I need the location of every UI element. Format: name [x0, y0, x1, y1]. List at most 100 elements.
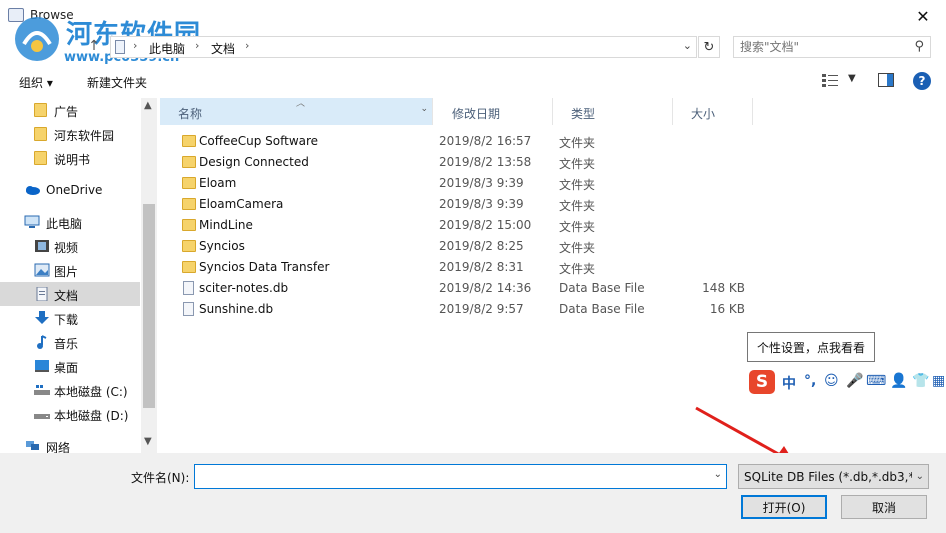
ime-tooltip: 个性设置，点我看看 — [747, 332, 875, 362]
chevron-up-icon[interactable]: ▲ — [144, 100, 152, 111]
nav-item-manual[interactable]: 说明书 — [0, 146, 140, 170]
nav-item-ads[interactable]: 广告 — [0, 98, 140, 122]
organize-button[interactable]: 组织 ▾ — [19, 74, 53, 91]
nav-item-music[interactable]: 音乐 — [0, 330, 140, 354]
window-title: Browse — [30, 8, 74, 22]
microphone-icon[interactable]: 🎤 — [846, 373, 863, 389]
breadcrumb-documents[interactable]: 文档 — [211, 40, 235, 57]
table-row[interactable]: MindLine 2019/8/2 15:00 文件夹 — [175, 215, 775, 236]
picture-icon — [34, 263, 50, 277]
file-date: 2019/8/2 16:57 — [439, 134, 532, 148]
up-arrow-icon[interactable]: ↑ — [86, 38, 102, 56]
nav-item-onedrive[interactable]: OneDrive — [0, 178, 140, 202]
column-label: 名称 — [178, 107, 203, 121]
desktop-icon — [35, 360, 49, 372]
emoji-icon[interactable]: ☺ — [824, 373, 839, 389]
column-label: 大小 — [691, 107, 716, 121]
chevron-down-icon[interactable]: ⌄ — [916, 471, 924, 482]
nav-item-pictures[interactable]: 图片 — [0, 258, 140, 282]
folder-icon — [182, 198, 196, 210]
refresh-button[interactable]: ↻ — [698, 36, 720, 58]
file-name: Syncios — [199, 239, 245, 253]
file-list: 名称 ︿ ⌄ 修改日期 类型 大小 CoffeeCup Software 201… — [160, 98, 946, 453]
chinese-mode-icon[interactable]: 中 — [782, 373, 796, 393]
column-header-date[interactable]: 修改日期 — [434, 98, 553, 125]
folder-icon — [182, 261, 196, 273]
user-icon[interactable]: 👤 — [890, 373, 907, 389]
chevron-down-icon[interactable]: ▼ — [144, 436, 152, 447]
address-bar[interactable]: › 此电脑 › 文档 › ⌄ — [110, 36, 697, 58]
nav-item-downloads[interactable]: 下载 — [0, 306, 140, 330]
nav-scrollbar[interactable]: ▲ ▼ — [141, 98, 157, 453]
title-bar: Browse ✕ — [0, 0, 946, 32]
keyboard-icon[interactable]: ⌨ — [866, 373, 886, 389]
document-icon — [36, 287, 48, 301]
filename-combobox[interactable]: ⌄ — [194, 464, 727, 489]
nav-item-hedong[interactable]: 河东软件园 — [0, 122, 140, 146]
column-header-size[interactable]: 大小 — [673, 98, 753, 125]
chevron-down-icon[interactable]: ▼ — [848, 73, 856, 84]
file-date: 2019/8/2 8:25 — [439, 239, 524, 253]
close-button[interactable]: ✕ — [900, 0, 946, 32]
nav-item-label: 此电脑 — [46, 217, 83, 231]
table-row[interactable]: Syncios 2019/8/2 8:25 文件夹 — [175, 236, 775, 257]
table-row[interactable]: Design Connected 2019/8/2 13:58 文件夹 — [175, 152, 775, 173]
column-header-type[interactable]: 类型 — [553, 98, 673, 125]
table-row[interactable]: Sunshine.db 2019/8/2 9:57 Data Base File… — [175, 299, 775, 320]
view-options-icon[interactable] — [822, 74, 838, 87]
table-row[interactable]: EloamCamera 2019/8/3 9:39 文件夹 — [175, 194, 775, 215]
column-label: 修改日期 — [452, 107, 501, 121]
search-icon[interactable]: ⚲ — [914, 39, 924, 54]
file-type: 文件夹 — [559, 262, 596, 276]
column-header-name[interactable]: 名称 ︿ ⌄ — [160, 98, 433, 125]
toolbox-icon[interactable]: ▦ — [932, 373, 945, 389]
search-box[interactable]: ⚲ — [733, 36, 931, 58]
nav-item-drive-c[interactable]: 本地磁盘 (C:) — [0, 378, 140, 402]
chevron-right-icon[interactable]: › — [245, 39, 249, 52]
ime-toolbar[interactable]: S 中 °, ☺ 🎤 ⌨ 👤 👕 ▦ — [748, 369, 946, 395]
file-date: 2019/8/2 8:31 — [439, 260, 524, 274]
chevron-down-icon[interactable]: ⌄ — [683, 39, 692, 52]
file-name: Sunshine.db — [199, 302, 274, 316]
table-row[interactable]: CoffeeCup Software 2019/8/2 16:57 文件夹 — [175, 131, 775, 152]
file-date: 2019/8/2 15:00 — [439, 218, 532, 232]
table-row[interactable]: Syncios Data Transfer 2019/8/2 8:31 文件夹 — [175, 257, 775, 278]
file-date: 2019/8/3 9:39 — [439, 176, 524, 190]
table-row[interactable]: sciter-notes.db 2019/8/2 14:36 Data Base… — [175, 278, 775, 299]
preview-pane-icon[interactable] — [878, 73, 894, 87]
punctuation-icon[interactable]: °, — [804, 373, 816, 389]
chevron-right-icon[interactable]: › — [195, 39, 199, 52]
file-name: Syncios Data Transfer — [199, 260, 330, 274]
file-type: Data Base File — [559, 302, 645, 316]
nav-item-videos[interactable]: 视频 — [0, 234, 140, 258]
folder-icon — [34, 127, 47, 141]
new-folder-button[interactable]: 新建文件夹 — [87, 74, 147, 91]
sogou-logo-icon[interactable]: S — [749, 370, 775, 394]
chevron-right-icon[interactable]: › — [133, 39, 137, 52]
filetype-select[interactable]: SQLite DB Files (*.db,*.db3,*. ⌄ — [738, 464, 929, 489]
sort-ascending-icon: ︿ — [296, 99, 306, 109]
nav-item-this-pc[interactable]: 此电脑 — [0, 210, 140, 234]
open-button[interactable]: 打开(O) — [741, 495, 827, 519]
chevron-down-icon[interactable]: ⌄ — [420, 104, 428, 114]
skin-icon[interactable]: 👕 — [912, 373, 929, 389]
cancel-button[interactable]: 取消 — [841, 495, 927, 519]
file-date: 2019/8/2 9:57 — [439, 302, 524, 316]
nav-item-drive-d[interactable]: 本地磁盘 (D:) — [0, 402, 140, 426]
table-row[interactable]: Eloam 2019/8/3 9:39 文件夹 — [175, 173, 775, 194]
filename-input[interactable] — [199, 468, 699, 482]
breadcrumb-this-pc[interactable]: 此电脑 — [149, 40, 185, 57]
nav-item-documents[interactable]: 文档 — [0, 282, 140, 306]
dialog-footer: 文件名(N): ⌄ SQLite DB Files (*.db,*.db3,*.… — [0, 453, 946, 533]
scrollbar-thumb[interactable] — [143, 204, 155, 408]
nav-item-label: 文档 — [54, 289, 79, 303]
file-size: 148 KB — [702, 281, 745, 295]
drive-icon — [34, 414, 50, 419]
nav-item-desktop[interactable]: 桌面 — [0, 354, 140, 378]
chevron-down-icon[interactable]: ⌄ — [714, 469, 722, 480]
file-name: sciter-notes.db — [199, 281, 289, 295]
search-input[interactable] — [740, 40, 900, 54]
computer-icon — [24, 215, 40, 228]
filename-label: 文件名(N): — [131, 471, 190, 485]
help-icon[interactable]: ? — [913, 72, 931, 90]
